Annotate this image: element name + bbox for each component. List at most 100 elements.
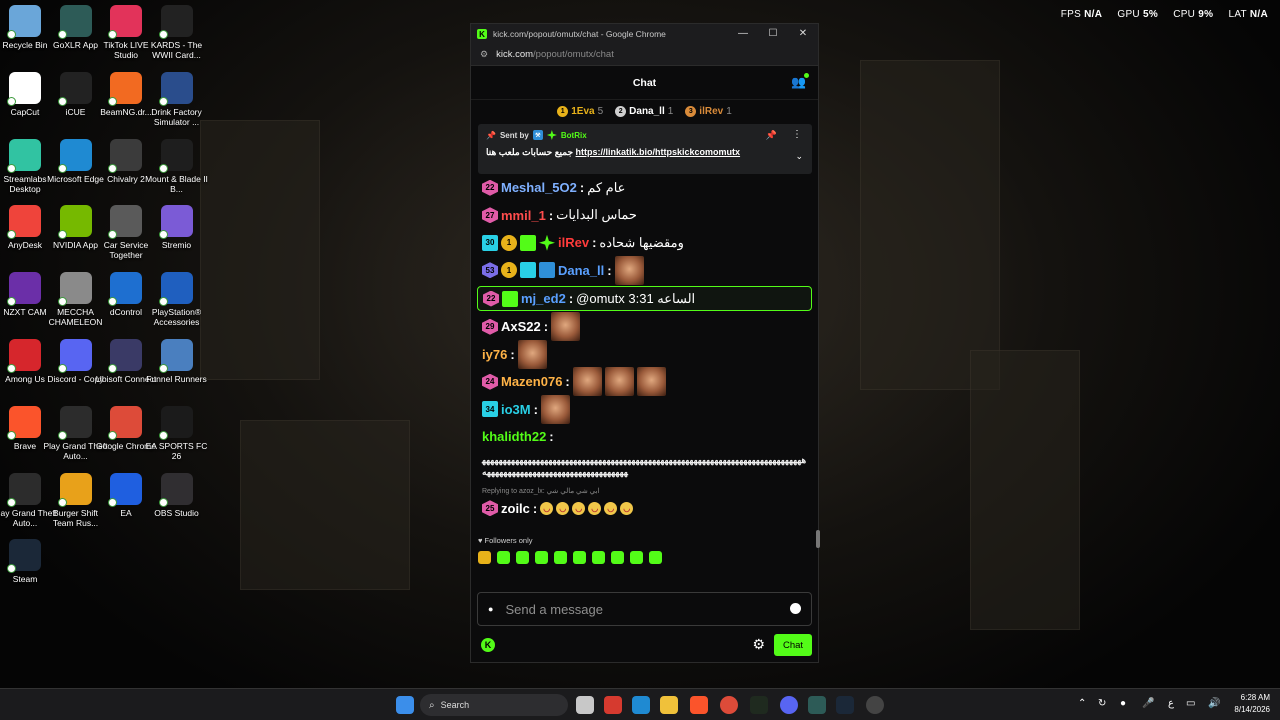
- chevron-down-icon[interactable]: ⌄: [795, 151, 803, 162]
- chat-username[interactable]: Mazen076: [501, 374, 562, 389]
- chevron-up-icon[interactable]: ⌃: [1078, 698, 1086, 709]
- minimize-button[interactable]: —: [728, 24, 758, 44]
- search-placeholder: Search: [440, 700, 470, 710]
- pinned-message[interactable]: 📌 Sent by ⚒ BotRix جميع حسابات ملعب هنا …: [478, 124, 812, 174]
- url-host: kick.com: [496, 49, 534, 60]
- microphone-icon[interactable]: 🎤: [1142, 698, 1154, 709]
- site-settings-icon[interactable]: ⚙: [480, 49, 488, 60]
- goxlr-icon[interactable]: [808, 696, 826, 714]
- emote-button[interactable]: [516, 551, 529, 564]
- gift-leaderboard: 1 1Eva 5 2 Dana_ll 1 3 ilRev 1: [471, 100, 818, 122]
- chat-username[interactable]: AxS22: [501, 319, 541, 334]
- desktop-icon[interactable]: Mount & Blade II B...: [144, 138, 210, 194]
- emote-button[interactable]: [630, 551, 643, 564]
- pinned-link[interactable]: https://linkatik.bio/httpskickcomomutx: [576, 147, 741, 157]
- chat-username[interactable]: Meshal_5O2: [501, 180, 577, 195]
- address-bar[interactable]: ⚙ kick.com/popout/omutx/chat: [471, 44, 818, 66]
- subscriber-badge-icon: 22: [482, 179, 498, 196]
- emote-button[interactable]: [611, 551, 624, 564]
- nvidia-app-icon[interactable]: [750, 696, 768, 714]
- clock-time: 6:28 AM: [1240, 693, 1270, 702]
- emote-button[interactable]: [497, 551, 510, 564]
- kick-coin-icon[interactable]: K: [481, 638, 495, 652]
- username-colon: :: [565, 374, 570, 390]
- chat-username[interactable]: zoilc: [501, 501, 530, 516]
- chat-username[interactable]: khalidth22: [482, 429, 546, 444]
- stremio-icon: [158, 205, 193, 240]
- subscriber-badge-icon: 27: [482, 207, 498, 224]
- rank-medal-icon: 1: [557, 105, 569, 117]
- chat-message: 27 mmil_1: حماس البدايات: [482, 202, 810, 230]
- emote-button[interactable]: [535, 551, 548, 564]
- network-icon[interactable]: ▭: [1186, 698, 1195, 709]
- desktop-icon[interactable]: Funnel Runners: [144, 339, 210, 384]
- tray-app-icon[interactable]: ●: [1120, 698, 1126, 709]
- chat-username[interactable]: iy76: [482, 347, 507, 362]
- emote-button[interactable]: [592, 551, 605, 564]
- epic-red-icon[interactable]: [604, 696, 622, 714]
- task-view-icon[interactable]: [576, 696, 594, 714]
- brave-icon[interactable]: [690, 696, 708, 714]
- users-icon[interactable]: 👥: [791, 73, 809, 89]
- message-input[interactable]: [505, 601, 766, 617]
- desktop-icon[interactable]: PlayStation® Accessories: [144, 272, 210, 327]
- desktop-icon[interactable]: KARDS - The WWII Card...: [144, 5, 210, 60]
- start-windows-icon[interactable]: [396, 696, 414, 714]
- discord-icon[interactable]: [780, 696, 798, 714]
- desktop-icon[interactable]: Drink Factory Simulator ...: [144, 71, 210, 127]
- meccha-icon: [57, 272, 92, 307]
- emote-button[interactable]: [478, 551, 491, 564]
- message-input-box[interactable]: ●: [477, 592, 812, 626]
- taskbar-search[interactable]: ⌕ Search: [420, 694, 568, 716]
- app-icon[interactable]: [866, 696, 884, 714]
- lat-value: N/A: [1249, 9, 1268, 20]
- emote-button[interactable]: [554, 551, 567, 564]
- chat-username[interactable]: Dana_ll: [558, 263, 604, 278]
- chat-username[interactable]: mj_ed2: [521, 291, 566, 306]
- clock[interactable]: 6:28 AM 8/14/2026: [1234, 692, 1270, 716]
- emote-button[interactable]: [573, 551, 586, 564]
- username-colon: :: [607, 262, 612, 278]
- sync-icon[interactable]: ↻: [1098, 698, 1106, 709]
- leader-entry[interactable]: 1 1Eva 5: [557, 105, 604, 117]
- chat-scrollbar[interactable]: [816, 530, 820, 548]
- send-chat-button[interactable]: Chat: [774, 634, 812, 656]
- pinned-bot-name[interactable]: BotRix: [561, 131, 587, 140]
- language-indicator[interactable]: ع: [1168, 698, 1174, 709]
- maximize-button[interactable]: ☐: [758, 24, 788, 44]
- chrome-icon[interactable]: [720, 696, 738, 714]
- desktop-icon[interactable]: Stremio: [144, 205, 210, 250]
- more-options-icon[interactable]: ⋮: [792, 129, 802, 140]
- emote-button[interactable]: [649, 551, 662, 564]
- emoji-picker-icon[interactable]: [790, 603, 801, 614]
- settings-gear-icon[interactable]: ⚙: [752, 636, 765, 653]
- close-button[interactable]: ✕: [788, 24, 818, 44]
- funnel-runners-icon: [158, 339, 193, 373]
- chat-username[interactable]: io3M: [501, 402, 531, 417]
- laughing-emoji-icon: ◡: [540, 501, 554, 515]
- reply-context: Replying to azoz_lx: ابي شي مالي شي: [482, 487, 600, 495]
- steam-icon[interactable]: [836, 696, 854, 714]
- window-title-bar[interactable]: K kick.com/popout/omutx/chat - Google Ch…: [471, 24, 818, 44]
- leader-count: 5: [597, 105, 604, 117]
- leader-entry[interactable]: 2 Dana_ll 1: [615, 105, 673, 117]
- edge-icon[interactable]: [632, 696, 650, 714]
- desktop-icon[interactable]: EA SPORTS FC 26: [144, 405, 210, 461]
- volume-icon[interactable]: 🔊: [1208, 698, 1220, 709]
- chat-username[interactable]: mmil_1: [501, 208, 546, 223]
- desktop-icon-label: Drink Factory Simulator ...: [151, 106, 202, 127]
- chat-identity-icon[interactable]: ●: [488, 604, 493, 614]
- leader-entry[interactable]: 3 ilRev 1: [685, 105, 732, 117]
- username-colon: :: [548, 207, 554, 223]
- file-explorer-icon[interactable]: [660, 696, 678, 714]
- chat-title: Chat: [632, 76, 657, 89]
- unpin-icon[interactable]: 📌: [766, 130, 777, 141]
- discord-icon: [57, 339, 92, 373]
- username-colon: :: [579, 180, 585, 196]
- desktop-icon-label: Stremio: [161, 240, 192, 251]
- chat-message: 30 1 ilRev: ومقضيها شحاده: [482, 229, 810, 257]
- desktop-icon[interactable]: OBS Studio: [144, 472, 210, 518]
- rank-medal-icon: 3: [685, 105, 697, 117]
- desktop-icon[interactable]: Steam: [0, 539, 58, 584]
- chat-username[interactable]: ilRev: [558, 235, 589, 250]
